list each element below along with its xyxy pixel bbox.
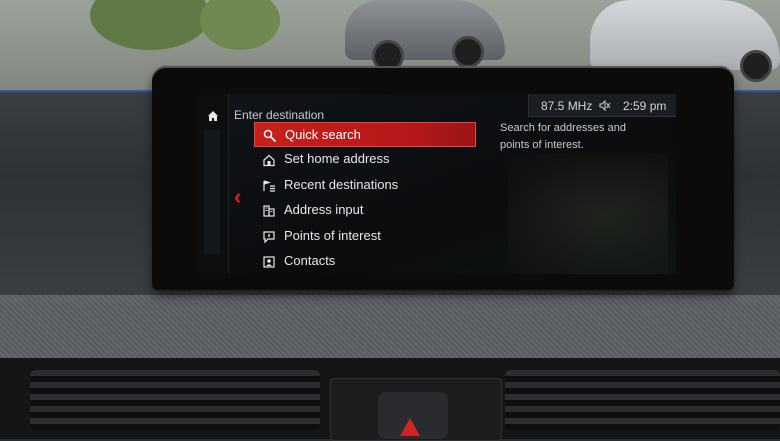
screen-reflection (508, 154, 668, 274)
navigation-screen: ‹ Enter destination 87.5 MHz 2:59 pm Qui… (198, 94, 676, 274)
menu-item-contacts[interactable]: Contacts (254, 249, 476, 274)
air-vent-right[interactable] (505, 370, 780, 430)
search-icon (263, 129, 277, 143)
menu-item-label: Address input (284, 202, 364, 218)
menu-item-label: Set home address (284, 151, 390, 167)
radio-frequency: 87.5 MHz (541, 99, 593, 113)
left-rail (198, 94, 229, 274)
dashboard-texture (0, 295, 780, 365)
menu-item-label: Contacts (284, 252, 336, 268)
tree (90, 0, 210, 50)
menu-item-label: Recent destinations (284, 176, 399, 192)
page-title: Enter destination (234, 108, 325, 122)
menu-item-label: Points of interest (284, 227, 381, 243)
recent-destinations-icon (263, 180, 275, 192)
poi-icon (263, 230, 275, 244)
speaker-mute-icon (599, 100, 611, 111)
menu-item-points-of-interest[interactable]: Points of interest (254, 224, 476, 249)
menu-item-recent-destinations[interactable]: Recent destinations (254, 173, 476, 198)
status-bar: 87.5 MHz 2:59 pm (528, 94, 676, 117)
car-wheel (740, 50, 772, 82)
contacts-icon (263, 256, 275, 268)
menu-item-label: Quick search (285, 127, 361, 142)
help-text: Search for addresses and points of inter… (500, 122, 626, 151)
clock: 2:59 pm (623, 99, 667, 113)
tree (200, 0, 280, 50)
menu-item-address-input[interactable]: Address input (254, 198, 476, 223)
address-input-icon (263, 205, 275, 217)
hazard-icon (400, 418, 420, 436)
car-wheel (452, 36, 484, 68)
air-vent-left[interactable] (30, 370, 320, 430)
destination-menu: Quick search Set home address Recent des… (254, 122, 476, 274)
back-chevron-icon[interactable]: ‹ (234, 186, 241, 208)
home-icon[interactable] (207, 110, 219, 122)
menu-item-quick-search[interactable]: Quick search (254, 122, 476, 148)
menu-item-set-home-address[interactable]: Set home address (254, 147, 476, 172)
home-address-icon (263, 155, 275, 167)
scroll-track (204, 130, 220, 254)
